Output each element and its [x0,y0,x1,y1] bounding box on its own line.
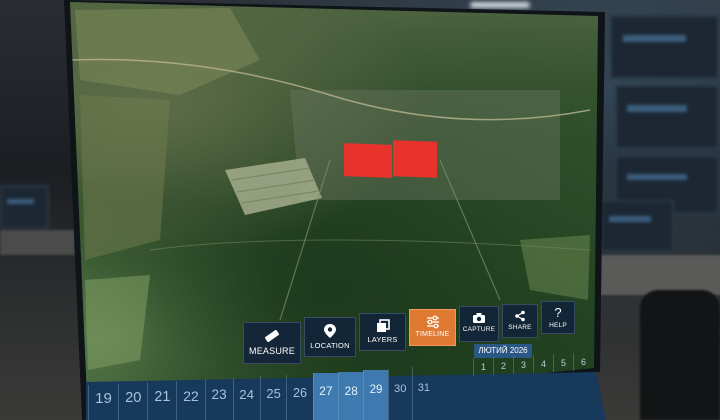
capture-button[interactable]: CAPTURE [459,306,499,342]
measure-button[interactable]: MEASURE [243,322,301,364]
help-button[interactable]: ? HELP [541,301,575,334]
background-desk [0,230,75,255]
timeline-label: TIMELINE [415,331,450,338]
farmland-area [80,95,170,260]
sliders-icon [426,315,439,329]
map-marker-zone[interactable] [393,140,437,178]
meadow [85,275,150,370]
background-monitor [0,185,49,229]
layers-button[interactable]: LAYERS [359,313,406,351]
timeline-day-next-month[interactable]: 4 [533,355,553,373]
timeline-day[interactable]: 25 [259,376,287,420]
farmland-area [75,8,260,95]
share-label: SHARE [508,324,532,331]
background-monitor [600,200,674,252]
timeline-day-next-month[interactable]: 1 [473,358,493,376]
location-label: LOCATION [310,341,350,350]
timeline-day[interactable]: 22 [176,380,204,420]
layers-label: LAYERS [367,335,398,344]
help-label: HELP [549,322,567,329]
timeline-day[interactable]: 31 [411,367,435,420]
map-marker-zone[interactable] [344,143,392,178]
background-chair [640,290,720,420]
location-button[interactable]: LOCATION [304,317,356,357]
location-pin-icon [324,324,336,338]
timeline-day[interactable]: 24 [232,377,260,420]
ceiling-light [470,2,530,8]
share-icon [515,310,525,322]
question-icon: ? [554,305,562,320]
measure-label: MEASURE [249,346,295,356]
camera-icon [473,313,485,323]
timeline-day[interactable]: 19 [88,385,118,420]
timeline-button[interactable]: TIMELINE [409,309,456,346]
background-monitor [615,85,719,149]
layers-icon [376,319,390,332]
timeline-day[interactable]: 26 [286,374,312,420]
background-monitor [610,15,719,79]
share-button[interactable]: SHARE [502,304,538,338]
timeline-day-next-month[interactable]: 3 [513,356,533,374]
ruler-icon [264,329,280,343]
timeline-day[interactable]: 28 [338,371,364,420]
timeline-day[interactable]: 29 [363,370,388,420]
meadow [520,235,590,300]
timeline-day-next-month[interactable]: 5 [553,354,573,372]
capture-label: CAPTURE [462,326,496,333]
timeline-day[interactable]: 20 [118,383,147,420]
timeline-day[interactable]: 27 [312,373,339,420]
timeline-day-next-month[interactable]: 2 [493,357,513,375]
timeline-day[interactable]: 23 [204,379,233,420]
timeline-day[interactable]: 30 [387,368,412,420]
timeline-day-next-month[interactable]: 6 [573,353,593,371]
timeline-day[interactable]: 21 [147,382,176,420]
